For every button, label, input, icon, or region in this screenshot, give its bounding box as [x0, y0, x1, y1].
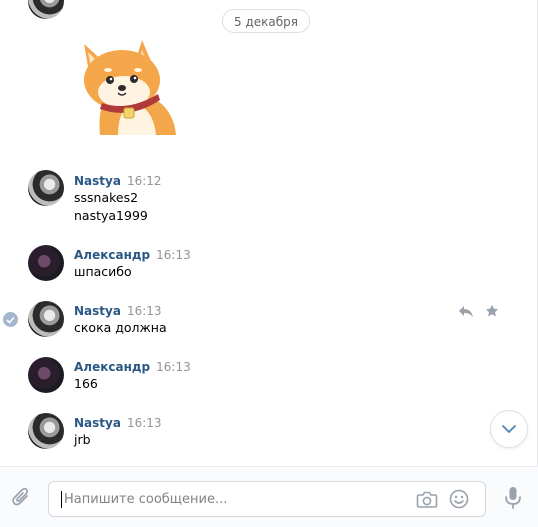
text-caret — [61, 491, 62, 508]
message-header: Александр 16:13 — [74, 248, 191, 262]
date-divider: 5 декабря — [222, 9, 310, 33]
message-time[interactable]: 16:13 — [127, 416, 162, 430]
avatar[interactable] — [28, 413, 64, 449]
message-time[interactable]: 16:13 — [156, 360, 191, 374]
message-text: nastya1999 — [74, 208, 148, 223]
message-text: 166 — [74, 376, 98, 391]
read-check-icon — [3, 312, 18, 327]
avatar[interactable] — [28, 357, 64, 393]
message-text: jrb — [74, 432, 91, 447]
author-name[interactable]: Nastya — [74, 174, 121, 188]
message-header: Nastya 16:13 — [74, 304, 162, 318]
message-composer: Напишите сообщение... — [0, 466, 538, 527]
message-header: Nastya 16:12 — [74, 174, 162, 188]
shiba-sticker[interactable] — [78, 40, 178, 135]
message-text: скока должна — [74, 320, 167, 335]
camera-icon[interactable] — [416, 490, 438, 509]
paperclip-icon[interactable] — [12, 487, 32, 509]
star-icon[interactable] — [485, 304, 499, 318]
avatar[interactable] — [28, 0, 64, 19]
emoji-icon[interactable] — [449, 489, 469, 509]
message-text: шпасибо — [74, 264, 132, 279]
reply-icon[interactable] — [458, 304, 474, 318]
message-time[interactable]: 16:13 — [127, 304, 162, 318]
message-time[interactable]: 16:13 — [156, 248, 191, 262]
avatar[interactable] — [28, 301, 64, 337]
author-name[interactable]: Александр — [74, 360, 150, 374]
scroll-down-button[interactable] — [490, 410, 528, 448]
message-text: sssnakes2 — [74, 190, 139, 205]
message-input-placeholder: Напишите сообщение... — [64, 492, 228, 507]
message-time[interactable]: 16:12 — [127, 174, 162, 188]
message-feed: 5 декабря Nastya 16:12 sssnakes2 nastya19… — [0, 0, 538, 466]
author-name[interactable]: Nastya — [74, 304, 121, 318]
message-header: Александр 16:13 — [74, 360, 191, 374]
message-input[interactable]: Напишите сообщение... — [48, 481, 486, 517]
microphone-icon[interactable] — [504, 486, 522, 510]
chevron-down-icon — [502, 425, 516, 433]
message-header: Nastya 16:13 — [74, 416, 162, 430]
author-name[interactable]: Nastya — [74, 416, 121, 430]
author-name[interactable]: Александр — [74, 248, 150, 262]
avatar[interactable] — [28, 245, 64, 281]
avatar[interactable] — [28, 170, 64, 206]
